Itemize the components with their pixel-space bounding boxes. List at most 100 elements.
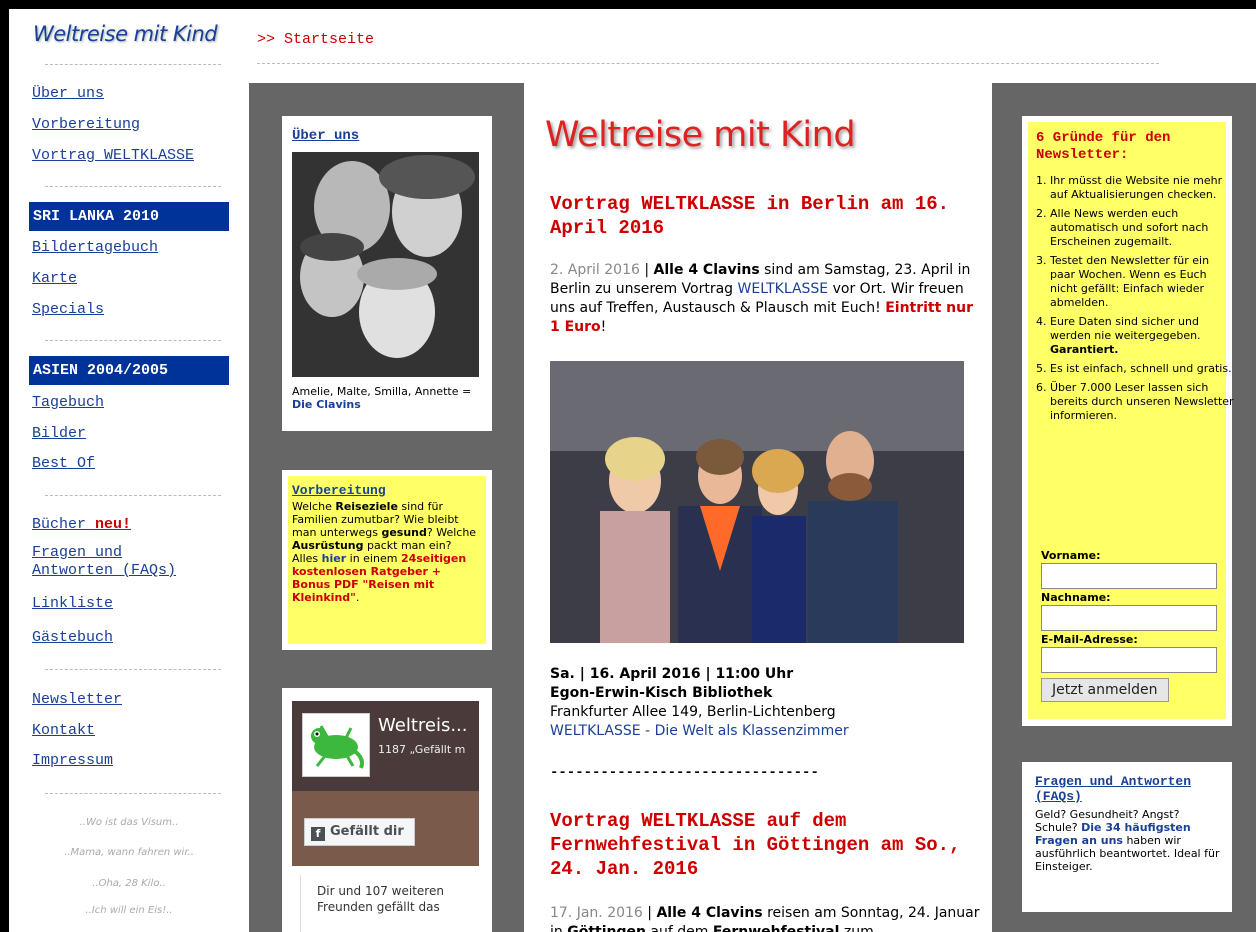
post2-sep: | — [642, 905, 657, 921]
quote-text: ..Ich will ein Eis!.. — [85, 905, 173, 916]
prep-box-frame: Vorbereitung Welche Reiseziele sind für … — [282, 470, 492, 650]
reason-text: Eure Daten sind sicher und werden nie we… — [1050, 315, 1201, 342]
faq-text: Geld? Gesundheit? Angst? Schule? Die 34 … — [1035, 808, 1225, 873]
nav-vorbereitung[interactable]: Vorbereitung — [32, 116, 140, 134]
post1-date: 2. April 2016 — [550, 262, 640, 278]
post1-event: Sa. | 16. April 2016 | 11:00 Uhr Egon-Er… — [550, 665, 980, 741]
subscribe-button[interactable]: Jetzt anmelden — [1041, 678, 1169, 702]
prep-b3: Ausrüstung — [292, 539, 364, 552]
prep-b1: Reiseziele — [335, 500, 398, 513]
die-clavins-link[interactable]: Die Clavins — [292, 398, 361, 411]
vorname-label: Vorname: — [1041, 549, 1101, 562]
fb-page-name[interactable]: Weltreis... — [378, 715, 468, 736]
prep-hier-link[interactable]: hier — [322, 552, 347, 565]
facebook-icon: f — [311, 827, 325, 841]
event-photo[interactable] — [550, 361, 964, 643]
nav-section-sri-lanka[interactable]: SRI LANKA 2010 — [29, 202, 229, 231]
post-divider: -------------------------------- — [550, 765, 819, 781]
caption-text: Amelie, Malte, Smilla, Annette = — [292, 385, 472, 398]
breadcrumb: >> Startseite — [257, 31, 375, 48]
page: Weltreise mit Kind >> Startseite Über un… — [9, 9, 1256, 932]
nav-impressum[interactable]: Impressum — [32, 752, 113, 770]
email-label: E-Mail-Adresse: — [1041, 633, 1138, 646]
nav-newsletter[interactable]: Newsletter — [32, 691, 122, 709]
nav-divider — [45, 340, 221, 341]
main-title: Weltreise mit Kind — [545, 115, 856, 155]
facebook-widget: Weltreis... 1187 „Gefällt m f Gefällt dir… — [282, 688, 492, 932]
nav-linkliste[interactable]: Linkliste — [32, 595, 113, 613]
nav-best-of[interactable]: Best Of — [32, 455, 95, 473]
prep-t5: in einem — [346, 552, 401, 565]
quote-text: ..Mama, wann fahren wir.. — [64, 847, 194, 858]
reason-item: Eure Daten sind sicher und werden nie we… — [1050, 315, 1236, 357]
event-link[interactable]: WELTKLASSE - Die Welt als Klassenzimmer — [550, 723, 849, 739]
family-photo-image — [292, 152, 479, 377]
fb-friends-text: Dir und 107 weiteren Freunden gefällt da… — [300, 875, 470, 932]
faq-title[interactable]: Fragen und Antworten (FAQs) — [1035, 774, 1225, 804]
event-photo-image — [550, 361, 964, 643]
quote-text: ..Oha, 28 Kilo.. — [92, 878, 166, 889]
event-venue: Egon-Erwin-Kisch Bibliothek — [550, 685, 773, 701]
reason-item: Alle News werden euch automatisch und so… — [1050, 207, 1236, 249]
reason-item: Über 7.000 Leser lassen sich bereits dur… — [1050, 381, 1236, 423]
nav-vortrag-weltklasse[interactable]: Vortrag WELTKLASSE — [32, 147, 194, 165]
nav-faq[interactable]: Fragen und Antworten (FAQs) — [32, 544, 176, 580]
new-badge: neu! — [95, 516, 132, 533]
nav-gaestebuch[interactable]: Gästebuch — [32, 629, 113, 647]
prep-b2: gesund — [381, 526, 427, 539]
prep-t3: ? Welche — [426, 526, 477, 539]
nav-divider — [45, 64, 221, 65]
newsletter-title: 6 Gründe für den Newsletter: — [1036, 130, 1171, 163]
nav-section-asien[interactable]: ASIEN 2004/2005 — [29, 356, 229, 385]
reason-item: Es ist einfach, schnell und gratis. — [1050, 362, 1236, 376]
nav-karte[interactable]: Karte — [32, 270, 77, 288]
nav-buecher-label: Bücher — [32, 516, 87, 533]
nav-ueber-uns[interactable]: Über uns — [32, 85, 104, 103]
prep-box: Vorbereitung Welche Reiseziele sind für … — [288, 476, 486, 644]
post1-weltklasse-link[interactable]: WELTKLASSE — [738, 281, 829, 297]
nav-bildertagebuch[interactable]: Bildertagebuch — [32, 239, 158, 257]
post1-bold: Alle 4 Clavins — [653, 262, 760, 278]
nav-tagebuch[interactable]: Tagebuch — [32, 394, 104, 412]
nav-kontakt[interactable]: Kontakt — [32, 722, 95, 740]
nav-divider — [45, 186, 221, 187]
fb-cover[interactable]: Weltreis... 1187 „Gefällt m f Gefällt dir — [292, 701, 479, 866]
newsletter-reasons: Ihr müsst die Website nie mehr auf Aktua… — [1034, 174, 1236, 428]
nav-faq-line2: Antworten (FAQs) — [32, 562, 177, 579]
post2-t3: zum — [839, 924, 874, 932]
site-logo[interactable]: Weltreise mit Kind — [33, 22, 218, 46]
gecko-logo-icon — [311, 725, 364, 769]
nav-buecher[interactable]: Bücher neu! — [32, 516, 131, 534]
email-field[interactable] — [1041, 647, 1217, 673]
faq-box: Fragen und Antworten (FAQs) Geld? Gesund… — [1022, 762, 1232, 912]
event-address: Frankfurter Allee 149, Berlin-Lichtenber… — [550, 704, 836, 720]
post1-sep: | — [639, 262, 654, 278]
about-box: Über uns Amelie, Malte, Smilla, Annette … — [282, 116, 492, 431]
about-title[interactable]: Über uns — [292, 128, 359, 144]
post2-b2: Göttingen — [567, 924, 646, 932]
newsletter-box-frame: 6 Gründe für den Newsletter: Ihr müsst d… — [1022, 116, 1234, 726]
nav-specials[interactable]: Specials — [32, 301, 104, 319]
post2-bold: Alle 4 Clavins — [656, 905, 763, 921]
reason-garantiert: Garantiert. — [1050, 343, 1119, 356]
prep-text: Welche Reiseziele sind für Familien zumu… — [292, 500, 480, 604]
family-photo[interactable] — [292, 152, 479, 377]
newsletter-box: 6 Gründe für den Newsletter: Ihr müsst d… — [1028, 122, 1234, 719]
prep-title[interactable]: Vorbereitung — [292, 483, 386, 498]
nav-divider — [45, 495, 221, 496]
vorname-field[interactable] — [1041, 563, 1217, 589]
header-divider — [257, 63, 1159, 64]
nav-bilder[interactable]: Bilder — [32, 425, 86, 443]
fb-profile-pic[interactable] — [302, 713, 370, 777]
prep-t1: Welche — [292, 500, 336, 513]
reason-item: Testet den Newsletter für ein paar Woche… — [1050, 254, 1236, 310]
nav-faq-line1: Fragen und — [32, 544, 123, 561]
nachname-field[interactable] — [1041, 605, 1217, 631]
fb-like-label: Gefällt dir — [330, 824, 404, 839]
newsletter-form: Vorname: Nachname: E-Mail-Adresse: Jetzt… — [1041, 547, 1221, 702]
post2-headline[interactable]: Vortrag WELTKLASSE auf dem Fernwehfestiv… — [550, 809, 970, 881]
post1-headline[interactable]: Vortrag WELTKLASSE in Berlin am 16. Apri… — [550, 192, 950, 240]
fb-like-count: 1187 „Gefällt m — [378, 743, 466, 756]
fb-like-button[interactable]: f Gefällt dir — [304, 818, 415, 846]
nachname-label: Nachname: — [1041, 591, 1111, 604]
